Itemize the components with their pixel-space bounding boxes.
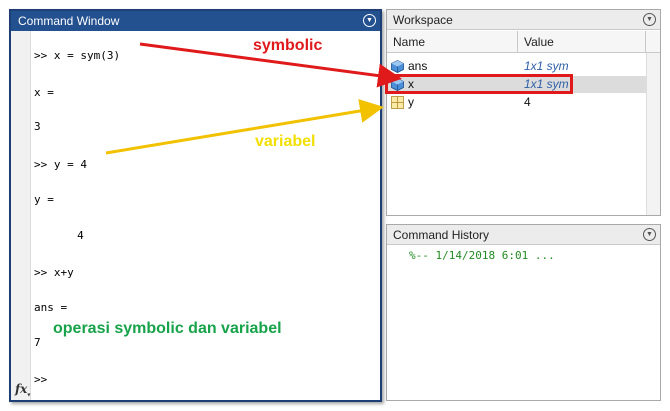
workspace-title: Workspace — [393, 13, 453, 27]
workspace-titlebar: Workspace ▼ — [387, 10, 660, 30]
annotation-operasi: operasi symbolic dan variabel — [53, 320, 282, 337]
highlight-box-x — [385, 74, 573, 94]
command-window-menu-icon[interactable]: ▼ — [363, 14, 376, 27]
command-history-titlebar: Command History ▼ — [387, 225, 660, 245]
column-divider[interactable] — [645, 31, 646, 53]
workspace-table-header: Name Value — [387, 31, 660, 53]
cmd-line: >> x+y — [34, 266, 74, 279]
cmd-line: >> y = 4 — [34, 158, 87, 171]
command-window-titlebar: Command Window ▼ — [11, 11, 380, 31]
column-header-value[interactable]: Value — [524, 35, 554, 49]
command-window: Command Window ▼ fx▾ >> x = sym(3) x = 3… — [9, 9, 382, 402]
workspace-row-ans[interactable]: ans 1x1 sym — [388, 58, 646, 75]
grid-matrix-icon — [391, 96, 404, 109]
command-history-panel: Command History ▼ %-- 1/14/2018 6:01 ... — [386, 224, 661, 401]
function-browser-icon[interactable]: fx▾ — [15, 382, 30, 398]
command-history-title: Command History — [393, 228, 490, 242]
cmd-line: x = — [34, 86, 54, 99]
cmd-line: 7 — [34, 336, 41, 349]
command-window-body[interactable]: >> x = sym(3) x = 3 >> y = 4 y = 4 >> x+… — [31, 31, 380, 400]
variable-value: 1x1 sym — [524, 59, 569, 73]
command-window-gutter: fx▾ — [11, 31, 31, 400]
annotation-symbolic: symbolic — [253, 37, 323, 54]
cmd-line: 4 — [44, 229, 84, 242]
cmd-line: y = — [34, 193, 54, 206]
cmd-line: ans = — [34, 301, 68, 314]
column-divider[interactable] — [517, 31, 518, 53]
workspace-scrollbar[interactable] — [646, 53, 660, 215]
cmd-prompt[interactable]: >> — [34, 373, 47, 387]
variable-value: 4 — [524, 95, 531, 109]
column-header-name[interactable]: Name — [393, 35, 425, 49]
variable-name: ans — [408, 59, 428, 73]
sym-cube-icon — [391, 60, 404, 73]
workspace-menu-icon[interactable]: ▼ — [643, 13, 656, 26]
command-history-menu-icon[interactable]: ▼ — [643, 228, 656, 241]
variable-name: y — [408, 95, 414, 109]
workspace-row-y[interactable]: y 4 — [388, 94, 646, 111]
workspace-panel: Workspace ▼ Name Value ans 1x1 sym x 1x1… — [386, 9, 661, 216]
annotation-variabel: variabel — [255, 133, 316, 150]
cmd-line: >> x = sym(3) — [34, 49, 121, 62]
cmd-line: 3 — [34, 120, 41, 133]
history-entry[interactable]: %-- 1/14/2018 6:01 ... — [409, 249, 555, 262]
command-window-title: Command Window — [18, 14, 120, 28]
